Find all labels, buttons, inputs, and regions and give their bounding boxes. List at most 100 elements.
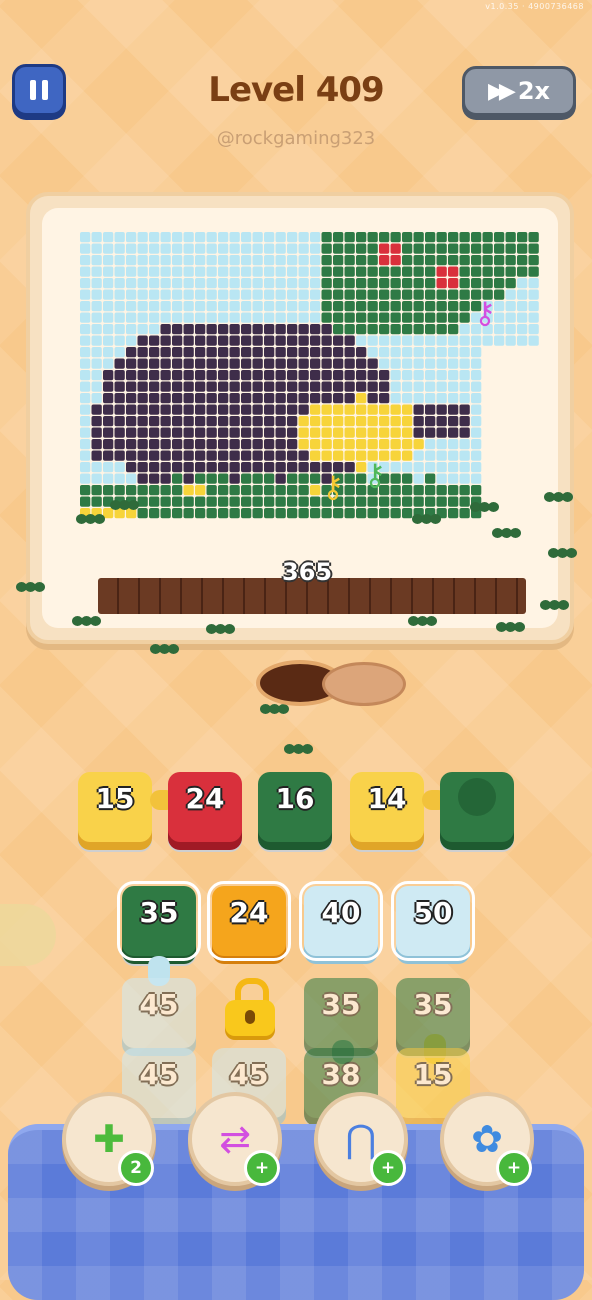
pixel-cell — [425, 473, 436, 484]
pixel-cell — [275, 450, 286, 461]
pixel-cell — [436, 427, 447, 438]
pixel-cell — [287, 473, 298, 484]
pixel-cell — [425, 393, 436, 404]
pixel-cell — [264, 485, 275, 496]
pixel-cell — [321, 301, 332, 312]
pixel-cell — [275, 381, 286, 392]
pixel-cell — [425, 232, 436, 243]
pixel-cell — [103, 312, 114, 323]
pixel-cell — [298, 266, 309, 277]
pixel-cell — [229, 508, 240, 519]
swap-button[interactable]: ⇄ + — [188, 1092, 282, 1186]
pixel-cell — [195, 335, 206, 346]
pixel-cell — [310, 243, 321, 254]
queue-cannon-tile[interactable] — [440, 772, 514, 842]
pixel-cell — [344, 243, 355, 254]
pixel-cell — [333, 278, 344, 289]
pixel-cell — [390, 381, 401, 392]
pixel-cell — [252, 496, 263, 507]
stack-tile[interactable]: 50 — [391, 881, 475, 961]
pixel-cell — [172, 485, 183, 496]
pixel-cell — [229, 485, 240, 496]
pixel-cell — [241, 278, 252, 289]
pixel-cell — [390, 393, 401, 404]
pixel-cell — [505, 232, 516, 243]
pixel-cell — [344, 416, 355, 427]
pixel-cell — [252, 393, 263, 404]
pixel-cell — [436, 358, 447, 369]
pixel-cell — [448, 381, 459, 392]
pixel-cell — [252, 301, 263, 312]
pixel-cell — [390, 358, 401, 369]
pixel-cell — [126, 427, 137, 438]
pixel-cell — [80, 278, 91, 289]
ant-icon — [496, 620, 526, 634]
pixel-cell — [275, 289, 286, 300]
pixel-cell — [264, 416, 275, 427]
pixel-cell — [206, 485, 217, 496]
pixel-cell — [206, 370, 217, 381]
pixel-cell — [264, 508, 275, 519]
stack-tile[interactable]: 35 — [117, 881, 201, 961]
queue-tile[interactable]: 15 — [78, 772, 152, 842]
pixel-cell — [275, 335, 286, 346]
pixel-cell — [310, 370, 321, 381]
pixel-cell — [114, 255, 125, 266]
queue-tile[interactable]: 24 — [168, 772, 242, 842]
pixel-cell — [126, 324, 137, 335]
pixel-cell — [402, 301, 413, 312]
pixel-cell — [241, 450, 252, 461]
pixel-cell — [275, 347, 286, 358]
pixel-cell — [149, 496, 160, 507]
pixel-cell — [436, 266, 447, 277]
pixel-cell — [367, 439, 378, 450]
pixel-cell — [482, 255, 493, 266]
add-slot-button[interactable]: ✚ 2 — [62, 1092, 156, 1186]
queue-tile[interactable]: 16 — [258, 772, 332, 842]
pixel-cell — [241, 243, 252, 254]
pixel-cell — [528, 289, 539, 300]
pixel-cell — [356, 404, 367, 415]
pixel-cell — [321, 381, 332, 392]
stack-tile[interactable]: 40 — [299, 881, 383, 961]
pixel-cell — [126, 439, 137, 450]
pixel-cell — [160, 393, 171, 404]
pixel-cell — [505, 312, 516, 323]
queue-tile[interactable]: 14 — [350, 772, 424, 842]
pixel-cell — [183, 347, 194, 358]
pixel-cell — [252, 278, 263, 289]
stack-tile[interactable]: 24 — [207, 881, 291, 961]
pixel-cell — [402, 289, 413, 300]
pixel-cell — [80, 301, 91, 312]
pixel-cell — [333, 427, 344, 438]
ant-icon — [470, 500, 500, 514]
speed-button[interactable]: ▶▶ 2x — [462, 66, 576, 116]
pixel-cell — [287, 358, 298, 369]
pixel-cell — [448, 404, 459, 415]
pixel-cell — [528, 324, 539, 335]
pixel-cell — [149, 427, 160, 438]
pixel-cell — [344, 427, 355, 438]
pixel-cell — [126, 416, 137, 427]
magnet-button[interactable]: ⋂ + — [314, 1092, 408, 1186]
pixel-cell — [183, 462, 194, 473]
pixel-cell — [91, 347, 102, 358]
pixel-cell — [425, 324, 436, 335]
pixel-cell — [413, 278, 424, 289]
pixel-cell — [379, 358, 390, 369]
pixel-cell — [229, 427, 240, 438]
shuffle-button[interactable]: ✿ + — [440, 1092, 534, 1186]
pixel-cell — [379, 266, 390, 277]
pixel-cell — [310, 450, 321, 461]
pixel-cell — [287, 243, 298, 254]
pixel-cell — [252, 255, 263, 266]
pixel-cell — [459, 324, 470, 335]
pixel-cell — [241, 301, 252, 312]
pixel-cell — [333, 404, 344, 415]
pixel-cell — [448, 393, 459, 404]
lock-icon[interactable] — [225, 978, 275, 1036]
ant-icon — [150, 642, 180, 656]
pixel-cell — [528, 232, 539, 243]
pixel-cell — [264, 289, 275, 300]
pixel-cell — [448, 427, 459, 438]
